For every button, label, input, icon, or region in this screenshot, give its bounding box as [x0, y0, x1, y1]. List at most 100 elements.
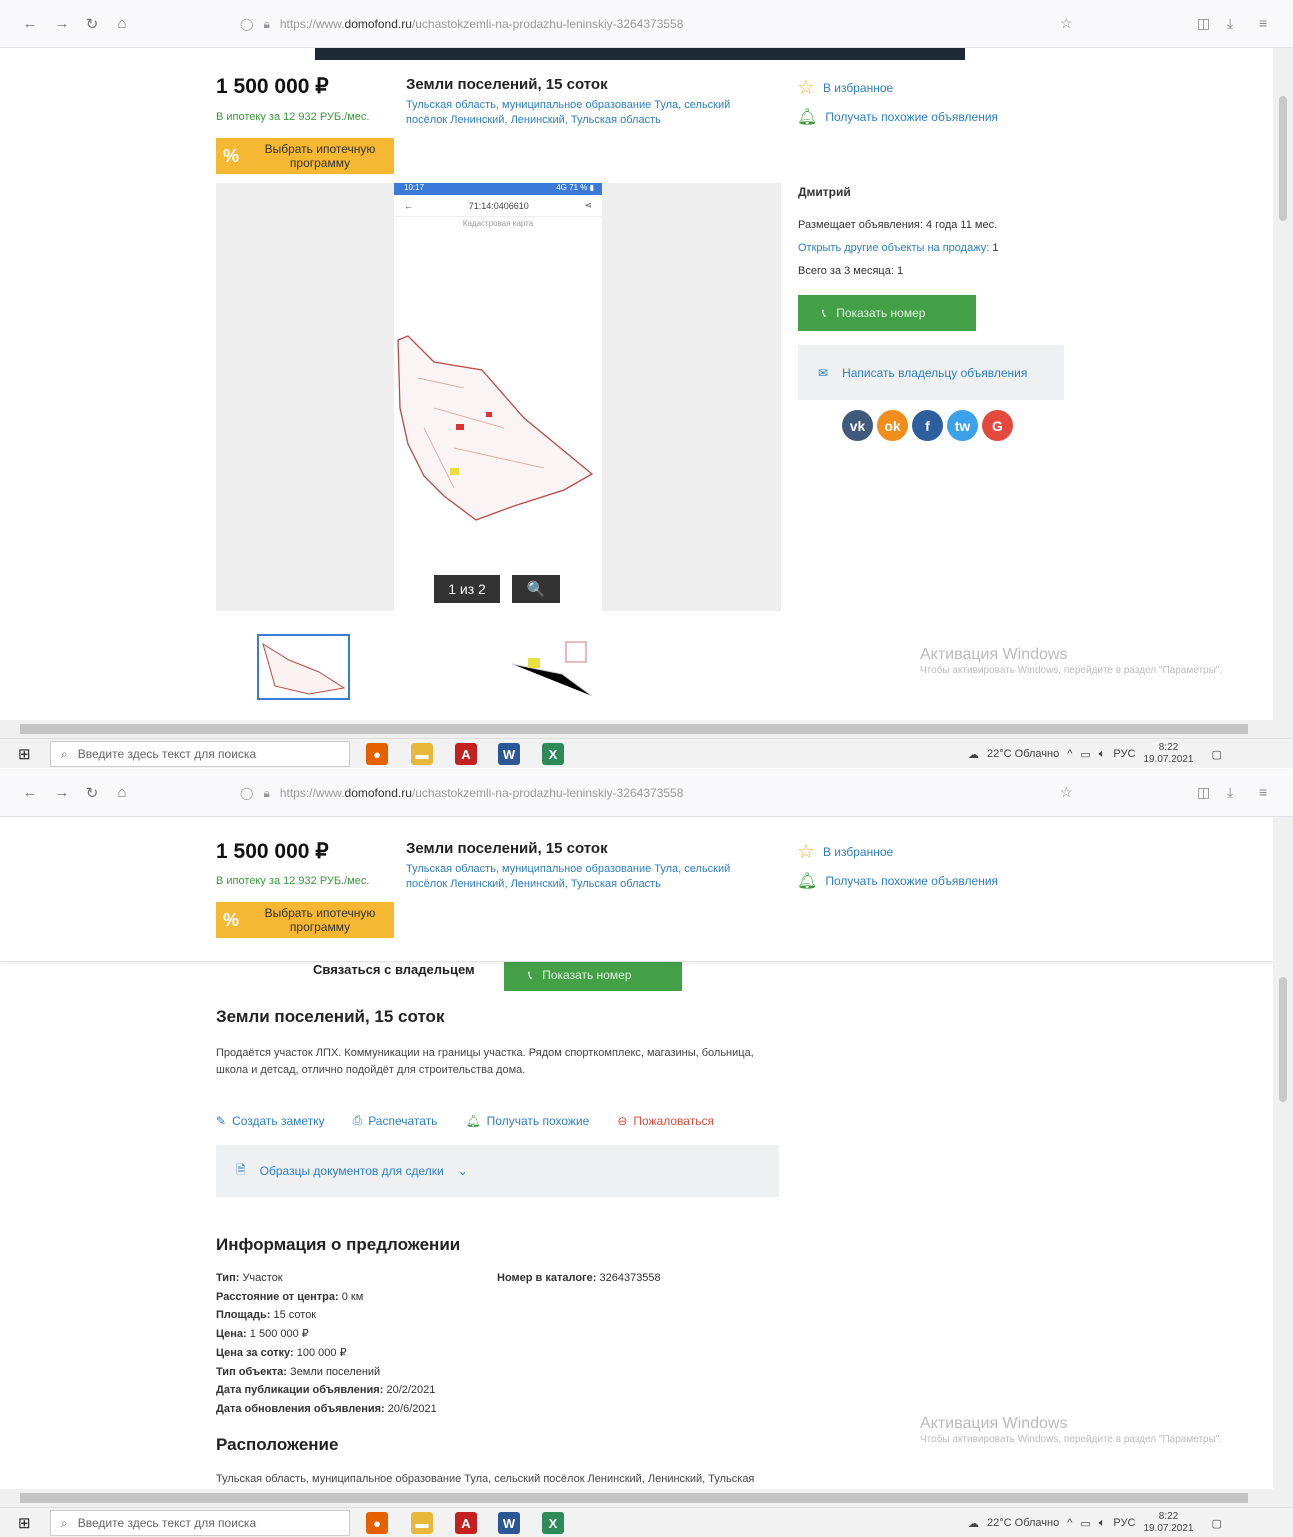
- mortgage-text[interactable]: В ипотеку за 12 932 РУБ./мес.: [216, 111, 369, 123]
- phone-icon: 📞︎: [528, 967, 533, 982]
- listing-address[interactable]: Тульская область, муниципальное образова…: [406, 862, 756, 892]
- pocket-icon[interactable]: ◫: [1197, 784, 1210, 801]
- thumbnail-2[interactable]: [502, 634, 597, 700]
- pencil-icon: ✎: [216, 1113, 227, 1128]
- get-similar-link[interactable]: 🔔︎ Получать похожие: [465, 1113, 589, 1128]
- create-note-link[interactable]: ✎ Создать заметку: [216, 1113, 325, 1128]
- shield-icon: ◯: [240, 786, 254, 800]
- pocket-icon[interactable]: ◫: [1197, 15, 1210, 32]
- facebook-icon[interactable]: f: [912, 410, 943, 441]
- envelope-icon: ✉: [818, 365, 829, 380]
- report-link[interactable]: ⊖ Пожаловаться: [617, 1113, 714, 1128]
- browser-toolbar: ← → ↻ ⌂ ◯ 🔒︎ https://www.domofond.ru/uch…: [0, 769, 1293, 817]
- mortgage-button[interactable]: % Выбрать ипотечную программу: [216, 138, 394, 174]
- explorer-icon[interactable]: ▬: [411, 1512, 433, 1534]
- firefox-icon[interactable]: ●: [366, 1512, 388, 1534]
- windows-taskbar: ⊞ ⌕ Введите здесь текст для поиска ● ▬ A …: [0, 1507, 1293, 1537]
- mortgage-text[interactable]: В ипотеку за 12 932 РУБ./мес.: [216, 875, 369, 887]
- forward-icon[interactable]: →: [52, 784, 72, 801]
- reload-icon[interactable]: ↻: [82, 784, 102, 802]
- taskbar-search[interactable]: ⌕ Введите здесь текст для поиска: [50, 1510, 350, 1536]
- seller-other-objects[interactable]: Открыть другие объекты на продажу: 1: [798, 241, 998, 255]
- document-icon: 🗎: [236, 1162, 246, 1177]
- bookmark-star-icon[interactable]: ☆: [1060, 15, 1073, 32]
- show-number-button-sticky[interactable]: 📞︎ Показать номер: [504, 959, 682, 991]
- address-bar[interactable]: ◯ 🔒︎ https://www.domofond.ru/uchastokzem…: [240, 10, 1090, 38]
- home-icon[interactable]: ⌂: [112, 784, 132, 801]
- browser-window-bottom: ← → ↻ ⌂ ◯ 🔒︎ https://www.domofond.ru/uch…: [0, 769, 1293, 1537]
- favorite-link[interactable]: ☆ В избранное: [797, 839, 893, 864]
- star-icon: ☆: [797, 841, 815, 863]
- vertical-scrollbar[interactable]: [1273, 48, 1293, 720]
- photo-gallery[interactable]: 10:17 4G 71 % ▮ ← 71:14:0406610 ⋖ Кадастров…: [216, 183, 781, 611]
- listing-price: 1 500 000 ₽: [216, 840, 329, 863]
- excel-icon[interactable]: X: [542, 743, 564, 765]
- chevron-up-icon: ^: [1067, 1517, 1073, 1529]
- forward-icon[interactable]: →: [52, 15, 72, 32]
- download-icon[interactable]: ⤓: [1227, 784, 1233, 801]
- acrobat-icon[interactable]: A: [455, 1512, 477, 1534]
- info-list: Тип: Участок Расстояние от центра: 0 км …: [216, 1269, 437, 1419]
- system-tray: ☁ 22°C Облачно ^ ▭ 🔈︎ РУС 8:22 19.07.2021 ▢: [968, 742, 1222, 765]
- description-text: Продаётся участок ЛПХ. Коммуникации на г…: [216, 1047, 754, 1076]
- mortgage-button[interactable]: % Выбрать ипотечную программу: [216, 902, 394, 938]
- explorer-icon[interactable]: ▬: [411, 743, 433, 765]
- favorite-link[interactable]: ☆ В избранное: [797, 75, 893, 100]
- search-icon: ⌕: [61, 1515, 68, 1530]
- seller-posting-age: Размещает объявления: 4 года 11 мес.: [798, 219, 998, 231]
- bell-icon: 🔔︎: [797, 873, 818, 890]
- back-icon[interactable]: ←: [20, 15, 40, 32]
- horizontal-scrollbar[interactable]: [0, 720, 1293, 738]
- arrow-left-icon: ←: [404, 200, 413, 211]
- network-icon: ▭: [1080, 1517, 1091, 1530]
- excel-icon[interactable]: X: [542, 1512, 564, 1534]
- contact-owner-label: Связаться с владельцем: [313, 962, 475, 977]
- shield-icon: ◯: [240, 17, 254, 31]
- word-icon[interactable]: W: [498, 743, 520, 765]
- firefox-icon[interactable]: ●: [366, 743, 388, 765]
- bell-icon: 🔔︎: [797, 109, 818, 126]
- chevron-up-icon: ^: [1067, 748, 1073, 760]
- print-link[interactable]: ⎙ Распечатать: [353, 1113, 438, 1128]
- lock-icon: 🔒︎: [263, 16, 270, 31]
- info-row: Дата обновления объявления: 20/6/2021: [216, 1402, 437, 1415]
- share-icon: ⋖: [584, 200, 592, 210]
- warning-icon: ⊖: [617, 1113, 628, 1128]
- similar-link[interactable]: 🔔︎ Получать похожие объявления: [797, 107, 998, 127]
- documents-dropdown[interactable]: 🗎 Образцы документов для сделки ⌄: [216, 1145, 779, 1197]
- download-icon[interactable]: ⤓: [1227, 15, 1233, 32]
- bookmark-star-icon[interactable]: ☆: [1060, 784, 1073, 801]
- windows-start-icon[interactable]: ⊞: [18, 1514, 31, 1532]
- notification-icon: ▢: [1211, 1517, 1222, 1530]
- ok-icon[interactable]: ok: [877, 410, 908, 441]
- windows-taskbar: ⊞ ⌕ Введите здесь текст для поиска ● ▬ A …: [0, 738, 1293, 768]
- windows-start-icon[interactable]: ⊞: [18, 745, 31, 763]
- similar-link[interactable]: 🔔︎ Получать похожие объявления: [797, 871, 998, 891]
- menu-icon[interactable]: ≡: [1259, 784, 1267, 800]
- info-row: Площадь: 15 соток: [216, 1309, 317, 1322]
- phone-icon: 📞︎: [822, 305, 827, 320]
- google-icon[interactable]: G: [982, 410, 1013, 441]
- menu-icon[interactable]: ≡: [1259, 15, 1267, 31]
- reload-icon[interactable]: ↻: [82, 15, 102, 33]
- zoom-icon[interactable]: 🔍: [512, 575, 560, 603]
- vertical-scrollbar[interactable]: [1273, 817, 1293, 1489]
- write-owner-button[interactable]: ✉ Написать владельцу объявления: [798, 345, 1064, 400]
- horizontal-scrollbar[interactable]: [0, 1489, 1293, 1507]
- back-icon[interactable]: ←: [20, 784, 40, 801]
- description-heading: Земли поселений, 15 соток: [216, 1007, 445, 1026]
- home-icon[interactable]: ⌂: [112, 15, 132, 32]
- taskbar-search[interactable]: ⌕ Введите здесь текст для поиска: [50, 741, 350, 767]
- twitter-icon[interactable]: tw: [947, 410, 978, 441]
- listing-title: Земли поселений, 15 соток: [406, 840, 608, 857]
- acrobat-icon[interactable]: A: [455, 743, 477, 765]
- thumbnail-1[interactable]: [257, 634, 350, 700]
- info-row: Дата публикации объявления: 20/2/2021: [216, 1384, 436, 1397]
- vk-icon[interactable]: vk: [842, 410, 873, 441]
- speaker-icon: 🔈︎: [1098, 1516, 1106, 1529]
- address-bar[interactable]: ◯ 🔒︎ https://www.domofond.ru/uchastokzem…: [240, 779, 1090, 807]
- show-number-button[interactable]: 📞︎ Показать номер: [798, 295, 976, 331]
- word-icon[interactable]: W: [498, 1512, 520, 1534]
- listing-address[interactable]: Тульская область, муниципальное образова…: [406, 98, 756, 128]
- search-icon: ⌕: [61, 746, 68, 761]
